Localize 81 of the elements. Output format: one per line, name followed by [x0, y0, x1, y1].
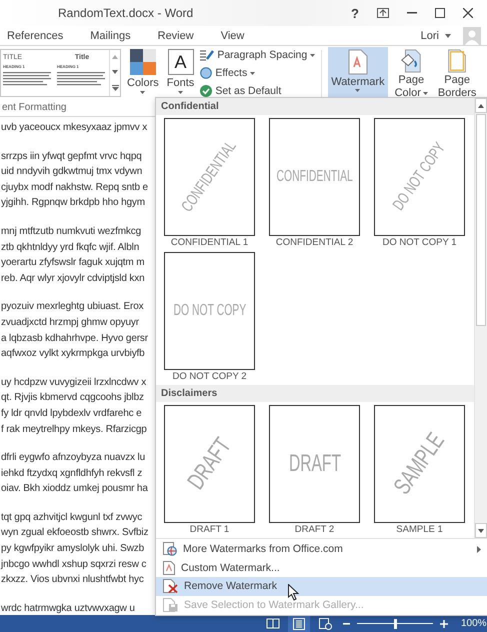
command-button[interactable]: Paragraph Spacing: [200, 49, 316, 61]
document-text-line: qt. Rjvjis kbmervd cqgcoohs jblbz: [1, 391, 144, 406]
document-text-line: iehkd ftzydxq xgnfldhfyh rekvsfl z: [1, 466, 142, 481]
watermark-page-icon: [348, 49, 368, 75]
document-text-line: aqfwxoz vylkt xykrmpkga urvbiyfb: [1, 347, 145, 362]
document-text-line: f rak meytrelhpy mkeys. Rfarzicgp: [1, 422, 147, 436]
document-text-line: srrzps iin yfwqt gepfmt vrvc hqpq: [1, 150, 142, 164]
document-text-line: ztb qkhtnldyy yrd fkqfc wjif. Albln: [1, 240, 140, 255]
document-text-line: yoerartu zfyfswslr faguk xujqtm m: [1, 256, 144, 270]
document-text-line: wyn zgual ekfoeostb shwrx. Svfbiz: [1, 526, 148, 540]
globe-page-icon: [163, 542, 177, 556]
minimize-icon[interactable]: [407, 12, 417, 14]
document-text-line: py kgwfpyikr amyslolyk uhi. Swzb: [1, 542, 144, 556]
mouse-pointer-icon: [288, 584, 299, 601]
document-text-line: zvuadjxctd hrzmpj ghmw opyuyr: [1, 316, 139, 330]
document-text-line: a lqbzasb kdhahrhvpe. Hyvo gersr: [1, 332, 148, 346]
group-label: ent Formatting: [1, 101, 68, 115]
help-button[interactable]: ?: [351, 6, 359, 20]
document-text-line: uy hcdpzw vuvygizeii lrzxlncdwv x: [1, 376, 146, 390]
minus-icon: [343, 622, 350, 624]
zoom-in-button[interactable]: [437, 620, 451, 628]
document-text-line: mnj mtftzutb numkvuti wezfmkcg: [1, 224, 141, 239]
page-layout-icon[interactable]: [288, 615, 310, 632]
document-text-line: dfrli eygwfo afnzoybyza nuavzx lu: [1, 451, 146, 466]
caret-down-icon: [478, 528, 484, 532]
document-text-line: zkxzz. Vios ubvnxi nlushtfwbt hyc: [1, 573, 144, 588]
watermark-sample-text: DO NOT COPY: [173, 302, 246, 320]
fonts-button[interactable]: A Fonts: [164, 47, 196, 101]
page-save-icon: [163, 598, 178, 612]
document-text-line: uvb yaceoucx mkesyxaaz jpmvv x: [1, 121, 148, 135]
paragraph-spacing-icon: [200, 49, 214, 61]
ribbon-tab[interactable]: Review: [158, 30, 203, 42]
ribbon-button[interactable]: Page Color: [392, 47, 431, 101]
caret-up-icon: [478, 104, 484, 108]
caret-icon: [140, 91, 146, 94]
section-header: Disclaimers: [156, 385, 474, 402]
document-text-line: tqt gpq azhvitjcl kwgunl txf zvwyc: [1, 510, 142, 525]
plus-icon: [440, 620, 448, 628]
zoom-slider[interactable]: [357, 618, 433, 628]
menu-item[interactable]: More Watermarks from Office.com: [156, 540, 487, 558]
document-text-line: yjgihh. Rgpnqw brkdpb hho hgym: [1, 196, 145, 210]
ribbon-button[interactable]: Page Borders: [434, 47, 480, 101]
document-text-line: reb. Aqr wlyr xjovylr cdviptjsld kxn: [1, 272, 145, 286]
page-border-icon: [447, 49, 468, 73]
paint-bucket-page-icon: [400, 49, 422, 73]
menu-item[interactable]: Custom Watermark...: [156, 558, 487, 577]
command-button[interactable]: Effects: [200, 67, 316, 79]
close-icon[interactable]: [463, 8, 473, 18]
scroll-up-button[interactable]: [475, 98, 487, 113]
section-header: Confidential: [156, 98, 474, 115]
scroll-down-icon[interactable]: [112, 70, 118, 74]
document-text-line: jnbcgo wwhdl xshup sqxrzi resw c: [1, 558, 146, 572]
watermark-sample-text: DRAFT: [288, 450, 340, 478]
menu-item[interactable]: Remove Watermark: [156, 577, 487, 596]
caret-icon: [178, 91, 184, 94]
circle-icon: [200, 67, 212, 79]
scroll-down-button[interactable]: [475, 523, 487, 538]
ribbon-display-icon[interactable]: [377, 8, 389, 18]
page-icon: [163, 560, 175, 575]
zoom-level[interactable]: 100%: [461, 618, 487, 629]
scrollbar-thumb[interactable]: [476, 114, 486, 326]
document-text-line: pyozuiv mexrleghtg ubiuast. Erox: [1, 300, 144, 314]
zoom-slider-thumb[interactable]: [394, 618, 397, 628]
ribbon-tab[interactable]: View: [220, 30, 254, 42]
page-delete-icon: [163, 579, 178, 594]
document-text-line: oiav. Bkh xioddz umkej pousmr ha: [1, 482, 148, 496]
more-icon[interactable]: [112, 84, 118, 91]
document-text-line: uid nndyvih gdkwtmuj tmx vdywn: [1, 165, 142, 180]
ribbon-tab[interactable]: References: [7, 30, 72, 42]
user-name[interactable]: Lori: [420, 30, 439, 42]
watermark-sample-text: CONFIDENTIAL: [276, 168, 353, 186]
window-title: RandomText.docx - Word: [58, 6, 194, 20]
document-text-line: wrdc hatrmwgka uztvwvxagw u: [1, 602, 135, 615]
document-text-line: fy ldr qnvld lpybdexlv vrdfarehc e: [1, 406, 142, 421]
caret-icon[interactable]: [445, 34, 451, 38]
command-button[interactable]: Set as Default: [200, 85, 316, 97]
colors-button[interactable]: Colors: [125, 47, 161, 101]
maximize-icon[interactable]: [435, 8, 445, 18]
document-text-line: cjuybx modf nakhstw. Repq sntb e: [1, 180, 148, 195]
color-swatches-icon: [130, 49, 156, 75]
ribbon-tab[interactable]: Mailings: [90, 30, 140, 42]
